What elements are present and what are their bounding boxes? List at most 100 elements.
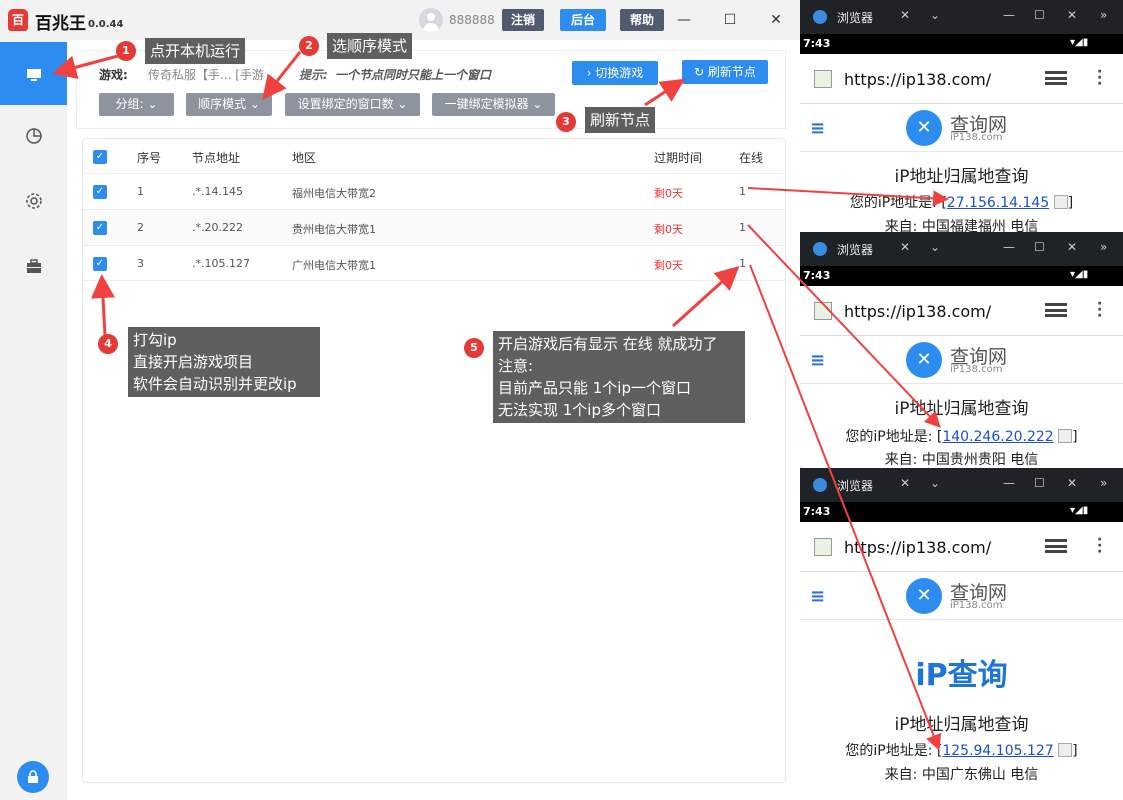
browser-tab-title[interactable]: 浏览器 — [837, 241, 873, 258]
url-bar[interactable]: https://ip138.com/ · · · — [800, 286, 1123, 336]
ip-link[interactable]: 27.156.14.145 — [947, 195, 1049, 211]
close-button[interactable]: ✕ — [764, 8, 788, 32]
globe-icon — [813, 478, 827, 492]
logout-button[interactable]: 注销 — [502, 9, 544, 31]
header-node: 节点地址 — [192, 151, 241, 165]
ip-prefix: 您的iP地址是: [ — [845, 743, 943, 759]
callout-line: 开启游戏后有显示 在线 就成功了 — [498, 335, 718, 353]
toolbox-icon[interactable] — [0, 257, 67, 279]
game-label: 游戏: — [99, 68, 128, 82]
menu-icon[interactable]: · · · — [1097, 297, 1102, 323]
row-node: .*.20.222 — [192, 221, 243, 234]
sidebar-item-local-run[interactable] — [0, 42, 67, 105]
group-dropdown[interactable]: 分组: ⌄ — [99, 93, 174, 116]
expand-icon[interactable]: » — [1100, 8, 1107, 22]
admin-button[interactable]: 后台 — [560, 9, 606, 31]
expand-icon[interactable]: » — [1100, 240, 1107, 254]
broken-image-icon — [1053, 195, 1068, 209]
header-region: 地区 — [292, 151, 317, 165]
maximize-icon[interactable]: ☐ — [1034, 240, 1045, 254]
callout-step-2: 选顺序模式 — [327, 33, 413, 59]
url-bar[interactable]: https://ip138.com/ · · · — [800, 522, 1123, 572]
bind-emulator-dropdown[interactable]: 一键绑定模拟器 ⌄ — [432, 93, 555, 116]
maximize-icon[interactable]: ☐ — [1034, 476, 1045, 490]
url-bar[interactable]: https://ip138.com/ · · · — [800, 54, 1123, 104]
ip-suffix: ] — [1072, 743, 1078, 759]
ip-link[interactable]: 125.94.105.127 — [942, 743, 1053, 759]
chevron-down-icon[interactable]: ⌄ — [930, 240, 940, 254]
menu-icon[interactable]: · · · — [1097, 65, 1102, 91]
maximize-icon[interactable]: ☐ — [1034, 8, 1045, 22]
close-tab-icon[interactable]: ✕ — [900, 476, 910, 490]
minimize-icon[interactable]: — — [1003, 476, 1015, 490]
url-text[interactable]: https://ip138.com/ — [844, 70, 991, 89]
select-all-checkbox[interactable]: ✓ — [93, 150, 107, 164]
ip-prefix: 您的iP地址是: [ — [849, 195, 947, 211]
status-bar: 7:43 ▾◢▮ — [800, 502, 1123, 522]
site-subtitle: iP138.com — [950, 600, 1003, 611]
callout-step-4: 打勾ip 直接开启游戏项目 软件会自动识别并更改ip — [128, 327, 320, 397]
browser-tab-title[interactable]: 浏览器 — [837, 9, 873, 26]
hamburger-icon[interactable]: ≡ — [810, 350, 825, 371]
chevron-down-icon[interactable]: ⌄ — [930, 476, 940, 490]
expand-icon[interactable]: » — [1100, 476, 1107, 490]
row-region: 广州电信大带宽1 — [292, 259, 376, 272]
app-name: 百兆王 — [35, 14, 86, 34]
chevron-down-icon[interactable]: ⌄ — [930, 8, 940, 22]
close-icon[interactable]: ✕ — [1067, 476, 1077, 490]
site-header: ≡ ✕ 查询网 iP138.com — [800, 104, 1123, 152]
menu-icon[interactable]: · · · — [1097, 533, 1102, 559]
tabs-icon[interactable] — [1045, 539, 1067, 553]
lock-icon[interactable] — [17, 761, 49, 793]
minimize-button[interactable]: — — [672, 8, 696, 32]
help-button[interactable]: 帮助 — [620, 9, 664, 31]
hamburger-icon[interactable]: ≡ — [810, 118, 825, 139]
wrench-logo-icon: ✕ — [906, 578, 942, 614]
page-icon — [814, 538, 832, 556]
callout-line: 注意: — [498, 357, 534, 375]
page-icon — [814, 70, 832, 88]
bind-window-count-dropdown[interactable]: 设置绑定的窗口数 ⌄ — [285, 93, 420, 116]
tip-text: 一个节点同时只能上一个窗口 — [335, 68, 492, 82]
globe-icon — [813, 10, 827, 24]
ip-line: 您的iP地址是: [140.246.20.222 ] — [800, 426, 1123, 446]
ip-link[interactable]: 140.246.20.222 — [942, 429, 1053, 445]
close-tab-icon[interactable]: ✕ — [900, 240, 910, 254]
tip-label: 提示: — [299, 68, 328, 82]
status-time: 7:43 — [803, 505, 831, 518]
step-badge: 2 — [299, 36, 319, 56]
row-checkbox[interactable]: ✓ — [93, 185, 107, 199]
browser-window-1: 浏览器 ✕ ⌄ — ☐ ✕ » 7:43 ▾◢▮ https://ip138.c… — [800, 0, 1123, 235]
order-mode-dropdown[interactable]: 顺序模式 ⌄ — [186, 93, 272, 116]
tabs-icon[interactable] — [1045, 303, 1067, 317]
close-tab-icon[interactable]: ✕ — [900, 8, 910, 22]
tabs-icon[interactable] — [1045, 71, 1067, 85]
gear-icon[interactable] — [0, 192, 67, 214]
minimize-icon[interactable]: — — [1003, 240, 1015, 254]
row-checkbox[interactable]: ✓ — [93, 257, 107, 271]
signal-icon: ▾◢▮ — [1070, 37, 1089, 48]
callout-line: 打勾ip — [133, 331, 177, 349]
page-heading: iP地址归属地查询 — [894, 167, 1029, 187]
pie-chart-icon[interactable] — [0, 127, 67, 149]
switch-game-button[interactable]: › 切换游戏 — [572, 61, 658, 85]
close-icon[interactable]: ✕ — [1067, 240, 1077, 254]
page-heading: iP地址归属地查询 — [894, 399, 1029, 419]
step-badge: 4 — [98, 334, 118, 354]
close-icon[interactable]: ✕ — [1067, 8, 1077, 22]
site-subtitle: iP138.com — [950, 132, 1003, 143]
signal-icon: ▾◢▮ — [1070, 505, 1089, 516]
maximize-button[interactable]: ☐ — [718, 8, 742, 32]
row-checkbox[interactable]: ✓ — [93, 221, 107, 235]
hamburger-icon[interactable]: ≡ — [810, 586, 825, 607]
callout-line: 无法实现 1个ip多个窗口 — [498, 401, 662, 419]
browser-tab-title[interactable]: 浏览器 — [837, 477, 873, 494]
callout-line: 目前产品只能 1个ip一个窗口 — [498, 379, 692, 397]
url-text[interactable]: https://ip138.com/ — [844, 302, 991, 321]
url-text[interactable]: https://ip138.com/ — [844, 538, 991, 557]
row-index: 3 — [137, 257, 144, 270]
site-header: ≡ ✕ 查询网 iP138.com — [800, 336, 1123, 384]
ip-suffix: ] — [1072, 429, 1078, 445]
refresh-node-button[interactable]: ↻ 刷新节点 — [682, 60, 768, 84]
minimize-icon[interactable]: — — [1003, 8, 1015, 22]
